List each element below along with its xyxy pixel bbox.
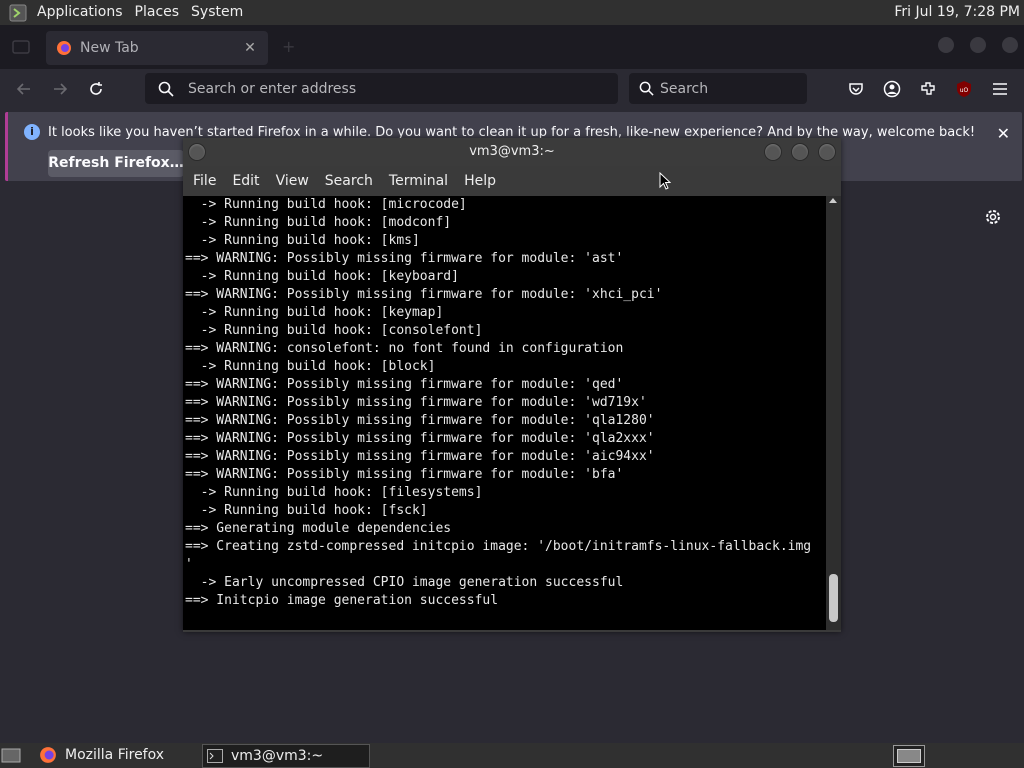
menu-system[interactable]: System	[185, 0, 249, 25]
minimize-button[interactable]	[764, 143, 782, 161]
maximize-button[interactable]	[970, 37, 986, 53]
ublock-origin-icon[interactable]: uO	[954, 79, 974, 99]
reload-icon	[90, 82, 102, 95]
taskbar-item-firefox[interactable]: Mozilla Firefox	[36, 744, 196, 766]
show-desktop-icon[interactable]	[0, 745, 22, 765]
top-panel: Applications Places System Fri Jul 19, 7…	[0, 0, 1024, 25]
menu-applications[interactable]: Applications	[31, 0, 129, 25]
tab-label: New Tab	[80, 40, 139, 56]
taskbar-label: Mozilla Firefox	[65, 747, 165, 763]
terminal-window: vm3@vm3:~ File Edit View Search Terminal…	[183, 138, 841, 632]
extensions-icon[interactable]	[918, 79, 938, 99]
tab-list-icon[interactable]	[12, 40, 30, 54]
info-icon: i	[24, 124, 40, 140]
search-icon	[639, 81, 654, 96]
account-icon[interactable]	[882, 79, 902, 99]
search-bar[interactable]: Search	[629, 73, 807, 104]
applications-icon[interactable]	[9, 4, 27, 22]
menu-view[interactable]: View	[276, 173, 309, 189]
close-icon[interactable]: ✕	[997, 124, 1010, 143]
firefox-icon	[40, 747, 56, 763]
terminal-scrollbar[interactable]	[826, 196, 841, 630]
url-placeholder: Search or enter address	[188, 80, 357, 97]
terminal-output[interactable]: -> Running build hook: [microcode] -> Ru…	[183, 196, 826, 630]
taskbar-item-terminal[interactable]: vm3@vm3:~	[202, 744, 370, 768]
close-tab-icon[interactable]: ✕	[242, 40, 258, 56]
firefox-tab-bar: New Tab ✕ +	[0, 25, 1024, 69]
terminal-menu-bar: File Edit View Search Terminal Help	[183, 166, 841, 196]
arrow-right-icon	[54, 83, 68, 95]
tab-new-tab[interactable]: New Tab ✕	[46, 31, 268, 65]
mouse-cursor-icon	[659, 172, 671, 190]
terminal-titlebar[interactable]: vm3@vm3:~	[183, 138, 841, 166]
hamburger-menu-icon[interactable]	[990, 79, 1010, 99]
close-window-button[interactable]	[818, 143, 836, 161]
terminal-title: vm3@vm3:~	[469, 144, 555, 159]
gear-icon[interactable]	[983, 207, 1003, 227]
menu-terminal[interactable]: Terminal	[389, 173, 448, 189]
scrollbar-thumb[interactable]	[829, 574, 838, 622]
panel-menu-bar: Applications Places System	[0, 0, 249, 25]
pocket-icon[interactable]	[846, 79, 866, 99]
bottom-panel: Mozilla Firefox vm3@vm3:~	[0, 743, 1024, 768]
workspace-switcher[interactable]	[893, 745, 925, 767]
firefox-icon	[57, 41, 71, 55]
forward-button[interactable]	[48, 77, 72, 101]
terminal-text: -> Running build hook: [microcode] -> Ru…	[185, 197, 812, 608]
arrow-left-icon	[16, 83, 30, 95]
taskbar-label: vm3@vm3:~	[231, 748, 324, 764]
search-placeholder: Search	[660, 80, 709, 97]
close-window-button[interactable]	[1002, 37, 1018, 53]
svg-text:uO: uO	[960, 87, 969, 94]
menu-file[interactable]: File	[193, 173, 216, 189]
menu-search[interactable]: Search	[325, 173, 373, 189]
terminal-icon	[207, 749, 223, 763]
menu-places[interactable]: Places	[129, 0, 186, 25]
clock[interactable]: Fri Jul 19, 7:28 PM	[894, 0, 1020, 25]
scroll-up-icon[interactable]	[829, 198, 837, 203]
url-bar[interactable]: Search or enter address	[145, 73, 618, 104]
menu-edit[interactable]: Edit	[232, 173, 259, 189]
maximize-button[interactable]	[791, 143, 809, 161]
new-tab-icon[interactable]: +	[282, 37, 295, 56]
search-icon	[158, 81, 174, 97]
reload-button[interactable]	[84, 77, 108, 101]
minimize-button[interactable]	[938, 37, 954, 53]
firefox-toolbar: Search or enter address Search uO	[0, 69, 1024, 109]
back-button[interactable]	[12, 77, 36, 101]
menu-help[interactable]: Help	[464, 173, 496, 189]
refresh-firefox-button[interactable]: Refresh Firefox…	[48, 150, 184, 177]
